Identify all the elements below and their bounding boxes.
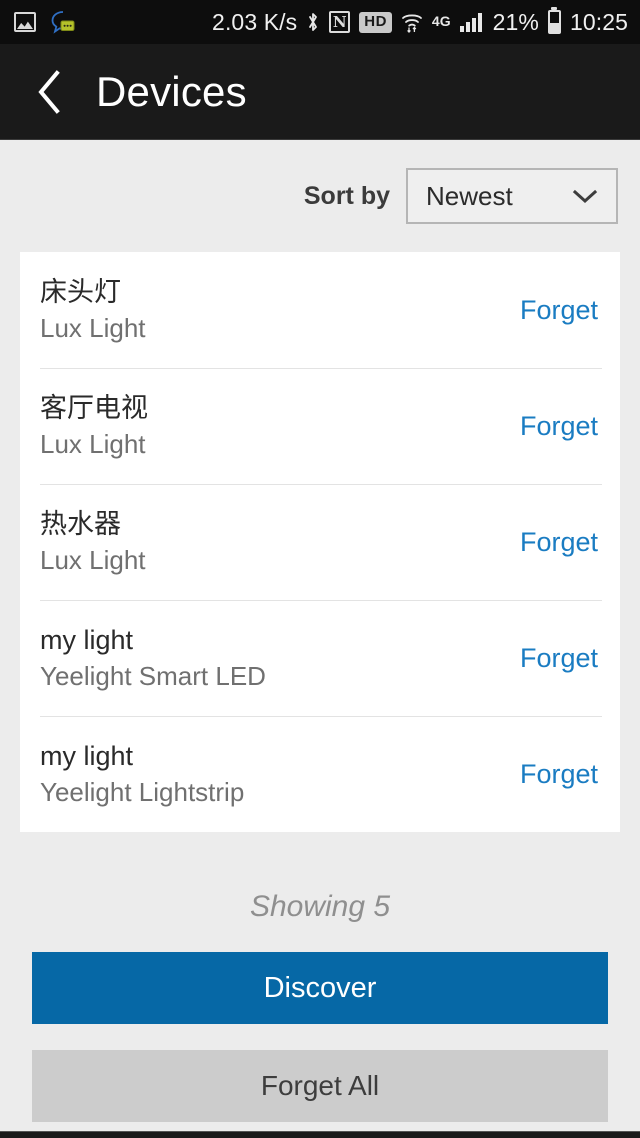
back-button[interactable] xyxy=(26,64,72,120)
chevron-down-icon xyxy=(572,189,598,204)
wifi-icon xyxy=(401,10,423,34)
device-type: Yeelight Smart LED xyxy=(40,660,266,691)
table-row[interactable]: 热水器 Lux Light Forget xyxy=(20,484,620,600)
device-info: my light Yeelight Smart LED xyxy=(40,624,266,692)
device-type: Lux Light xyxy=(40,312,146,343)
hd-badge: HD xyxy=(359,11,392,33)
gallery-icon xyxy=(14,12,36,32)
device-type: Lux Light xyxy=(40,428,146,459)
chat-bubble-icon xyxy=(50,10,76,34)
table-row[interactable]: my light Yeelight Lightstrip Forget xyxy=(20,716,620,832)
nfc-icon: N xyxy=(329,11,351,33)
phone-screen: 2.03 K/s N HD 4G 21% 10:25 Devices Sort … xyxy=(0,0,640,1138)
device-name: my light xyxy=(40,625,134,656)
sort-select-value: Newest xyxy=(426,180,513,211)
footer: Showing 5 Discover Forget All xyxy=(0,832,640,1131)
bottom-nav-strip xyxy=(0,1131,640,1138)
mobile-network-text: 4G xyxy=(431,12,451,29)
forget-link[interactable]: Forget xyxy=(506,411,598,442)
page-title: Devices xyxy=(96,67,247,115)
table-row[interactable]: 床头灯 Lux Light Forget xyxy=(20,252,620,368)
device-list-card: 床头灯 Lux Light Forget 客厅电视 Lux Light Forg… xyxy=(20,252,620,832)
battery-percent-text: 21% xyxy=(492,8,539,35)
device-type: Yeelight Lightstrip xyxy=(40,776,245,807)
device-info: 床头灯 Lux Light xyxy=(40,276,146,344)
sort-by-label: Sort by xyxy=(303,181,390,210)
app-bar: Devices xyxy=(0,44,640,140)
sort-select[interactable]: Newest xyxy=(406,168,618,224)
forget-link[interactable]: Forget xyxy=(506,527,598,558)
device-info: my light Yeelight Lightstrip xyxy=(40,740,244,808)
signal-bars-icon xyxy=(459,12,484,32)
table-row[interactable]: my light Yeelight Smart LED Forget xyxy=(20,600,620,716)
forget-link[interactable]: Forget xyxy=(506,295,598,326)
device-info: 客厅电视 Lux Light xyxy=(40,392,148,460)
device-type: Lux Light xyxy=(40,544,146,575)
forget-link[interactable]: Forget xyxy=(506,643,598,674)
status-bar-left-icons xyxy=(14,10,76,34)
device-info: 热水器 Lux Light xyxy=(40,508,146,576)
forget-all-button[interactable]: Forget All xyxy=(32,1050,608,1122)
clock-text: 10:25 xyxy=(569,8,628,35)
table-row[interactable]: 客厅电视 Lux Light Forget xyxy=(20,368,620,484)
device-name: 床头灯 xyxy=(40,277,121,308)
showing-count: Showing 5 xyxy=(249,890,391,923)
chevron-left-icon xyxy=(38,69,60,114)
device-name: my light xyxy=(40,741,134,772)
battery-icon xyxy=(547,10,561,34)
status-bar-right-icons: 2.03 K/s N HD 4G 21% 10:25 xyxy=(212,9,628,36)
bluetooth-icon xyxy=(306,10,320,34)
device-name: 热水器 xyxy=(40,509,121,540)
network-speed-text: 2.03 K/s xyxy=(212,8,298,35)
sort-row: Sort by Newest xyxy=(0,140,640,252)
discover-button[interactable]: Discover xyxy=(32,952,608,1024)
status-bar: 2.03 K/s N HD 4G 21% 10:25 xyxy=(0,0,640,44)
device-name: 客厅电视 xyxy=(40,393,148,424)
forget-link[interactable]: Forget xyxy=(506,759,598,790)
